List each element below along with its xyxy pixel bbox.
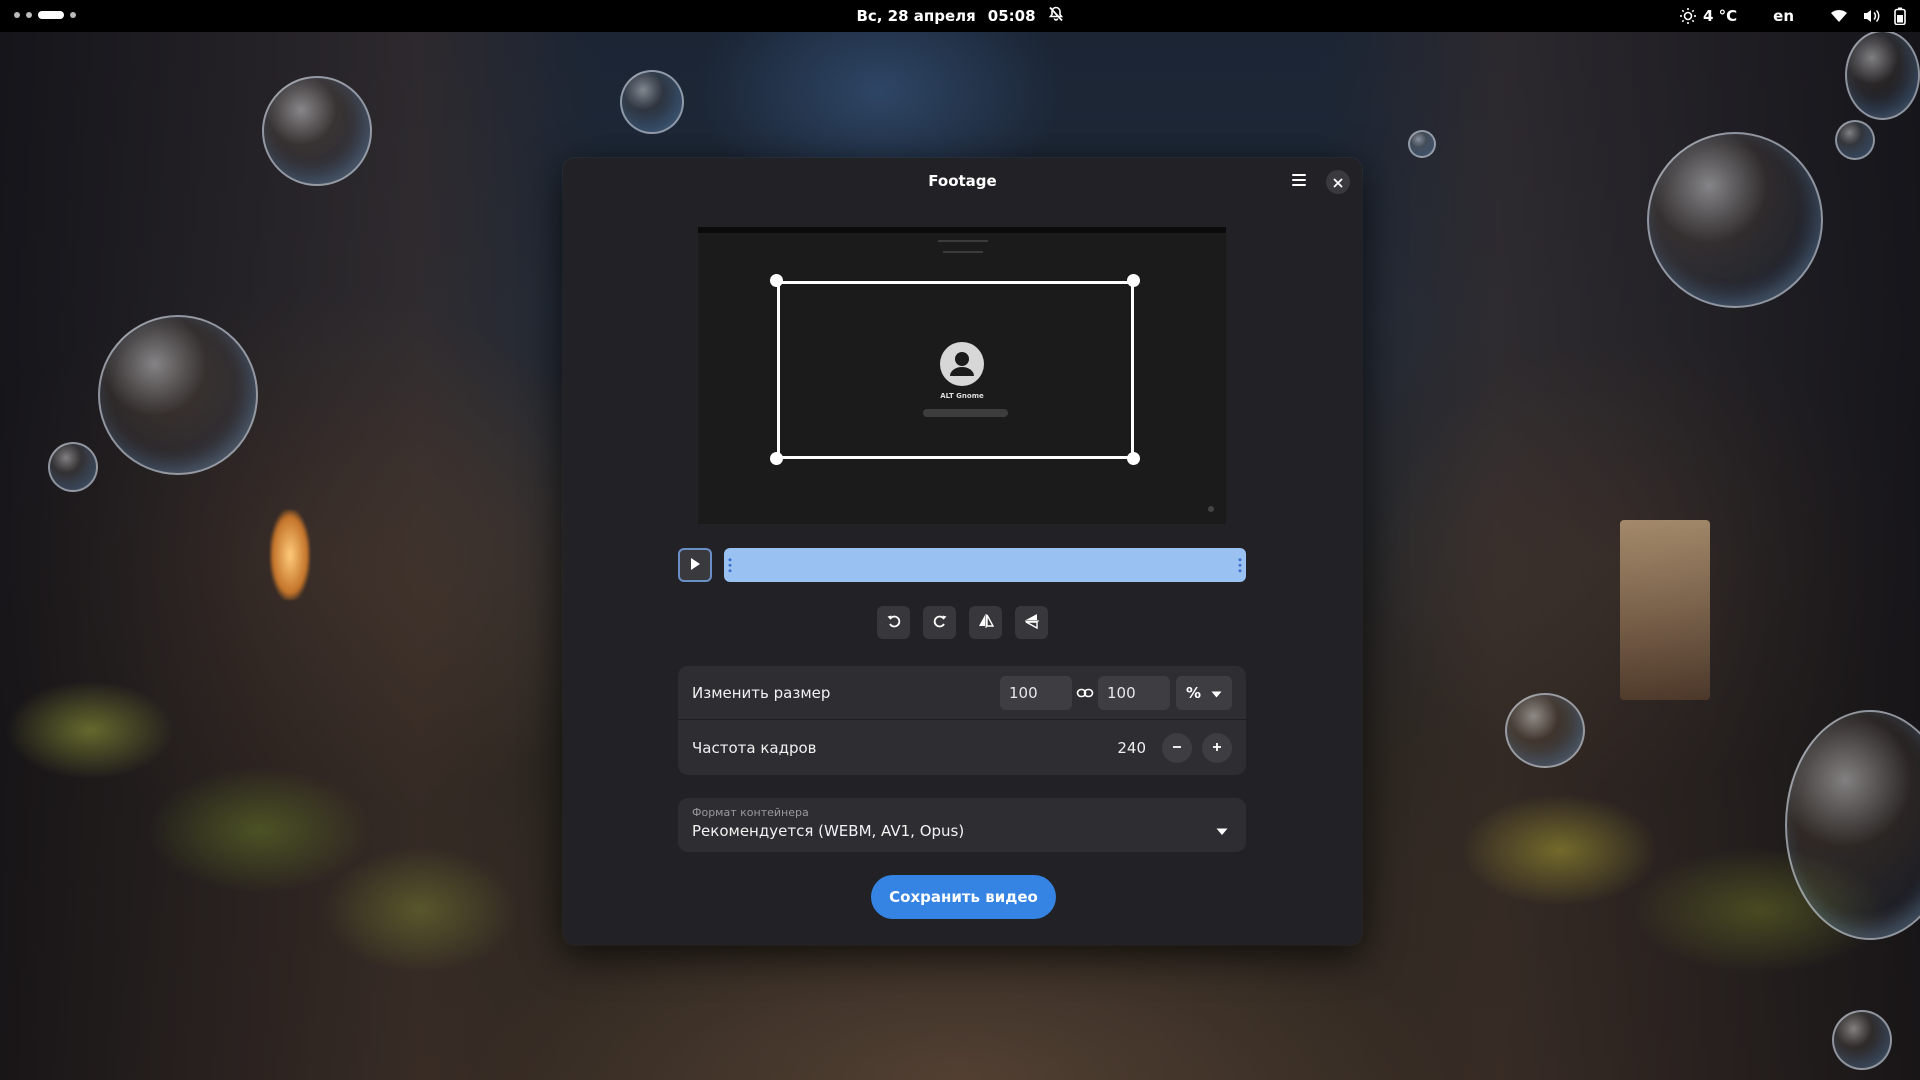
minus-icon xyxy=(1171,739,1183,757)
resize-height-input[interactable]: 100 xyxy=(1098,675,1170,710)
wallpaper-bubble xyxy=(1505,693,1585,768)
temperature-label[interactable]: 4 °C xyxy=(1703,7,1737,25)
wallpaper-bubble xyxy=(98,315,258,475)
chevron-down-icon xyxy=(1216,821,1228,840)
video-preview[interactable]: ALT Gnome xyxy=(698,227,1226,524)
hamburger-icon xyxy=(1291,172,1307,191)
resize-label: Изменить размер xyxy=(692,683,831,702)
transform-toolbar xyxy=(563,606,1362,639)
preview-detail xyxy=(938,240,988,242)
crop-handle-top-left[interactable] xyxy=(770,274,783,287)
wallpaper-bubble xyxy=(1845,30,1920,120)
preview-accessibility-dot xyxy=(1208,506,1214,512)
wallpaper-bubble xyxy=(1408,130,1436,158)
plus-icon xyxy=(1211,739,1223,757)
rotate-left-button[interactable] xyxy=(877,606,910,639)
system-tray[interactable]: 4 °C en xyxy=(1679,0,1906,32)
wallpaper-bubble xyxy=(1832,1010,1892,1070)
rotate-right-button[interactable] xyxy=(923,606,956,639)
header-bar[interactable]: Footage xyxy=(563,158,1362,204)
battery-icon xyxy=(1894,7,1906,25)
framerate-value[interactable]: 240 xyxy=(1117,739,1146,757)
play-button[interactable] xyxy=(678,548,712,582)
save-video-button[interactable]: Сохранить видео xyxy=(871,875,1056,919)
crop-handle-bottom-left[interactable] xyxy=(770,452,783,465)
clock-time: 05:08 xyxy=(987,7,1036,25)
flip-vertical-icon xyxy=(1024,613,1040,633)
framerate-decrease-button[interactable] xyxy=(1162,733,1192,763)
chevron-down-icon xyxy=(1211,684,1222,702)
weather-icon xyxy=(1679,7,1697,25)
crop-handle-bottom-right[interactable] xyxy=(1127,452,1140,465)
resize-unit-value: % xyxy=(1185,683,1202,702)
flip-horizontal-icon xyxy=(978,613,994,633)
wallpaper-bubble xyxy=(48,442,98,492)
close-icon xyxy=(1333,173,1343,192)
container-format-label: Формат контейнера xyxy=(692,806,809,819)
top-bar: Вс, 28 апреля 05:08 4 °C en xyxy=(0,0,1920,32)
resize-row: Изменить размер 100 100 % xyxy=(678,666,1246,720)
preview-topbar xyxy=(698,227,1226,233)
wifi-icon xyxy=(1830,8,1848,24)
footage-window: Footage ALT Gnome Изменить размер 100 10… xyxy=(563,158,1362,945)
crop-rectangle[interactable] xyxy=(777,281,1134,459)
trim-timeline[interactable] xyxy=(724,548,1246,582)
flip-vertical-button[interactable] xyxy=(1015,606,1048,639)
keyboard-layout[interactable]: en xyxy=(1773,7,1794,25)
bell-off-icon xyxy=(1048,6,1064,26)
clock-button[interactable]: Вс, 28 апреля 05:08 xyxy=(0,0,1920,32)
framerate-label: Частота кадров xyxy=(692,739,817,757)
preview-detail xyxy=(943,251,983,253)
wallpaper-bubble xyxy=(1647,132,1823,308)
rotate-right-icon xyxy=(932,613,948,633)
wallpaper-bubble xyxy=(262,76,372,186)
window-title: Footage xyxy=(928,172,997,190)
rotate-left-icon xyxy=(886,613,902,633)
main-menu-button[interactable] xyxy=(1286,169,1312,193)
wallpaper-window-glow xyxy=(1620,520,1710,700)
play-icon xyxy=(689,556,701,575)
container-format-dropdown[interactable]: Формат контейнера Рекомендуется (WEBM, A… xyxy=(678,798,1246,852)
volume-icon xyxy=(1862,8,1880,24)
wallpaper-bubble xyxy=(620,70,684,134)
flip-horizontal-button[interactable] xyxy=(969,606,1002,639)
wallpaper-lamp xyxy=(270,510,310,600)
framerate-increase-button[interactable] xyxy=(1202,733,1232,763)
wallpaper-bubble xyxy=(1835,120,1875,160)
settings-list: Изменить размер 100 100 % Частота кадров… xyxy=(678,666,1246,775)
trim-start-handle[interactable] xyxy=(728,557,732,573)
trim-end-handle[interactable] xyxy=(1238,557,1242,573)
close-button[interactable] xyxy=(1326,170,1350,194)
framerate-row: Частота кадров 240 xyxy=(678,721,1246,775)
crop-handle-top-right[interactable] xyxy=(1127,274,1140,287)
resize-width-input[interactable]: 100 xyxy=(1000,675,1072,710)
link-aspect-ratio-icon[interactable] xyxy=(1076,686,1094,700)
wallpaper-plants-left xyxy=(0,650,560,1080)
container-format-value: Рекомендуется (WEBM, AV1, Opus) xyxy=(692,822,965,840)
clock-date: Вс, 28 апреля xyxy=(856,7,976,25)
resize-unit-dropdown[interactable]: % xyxy=(1176,675,1232,710)
